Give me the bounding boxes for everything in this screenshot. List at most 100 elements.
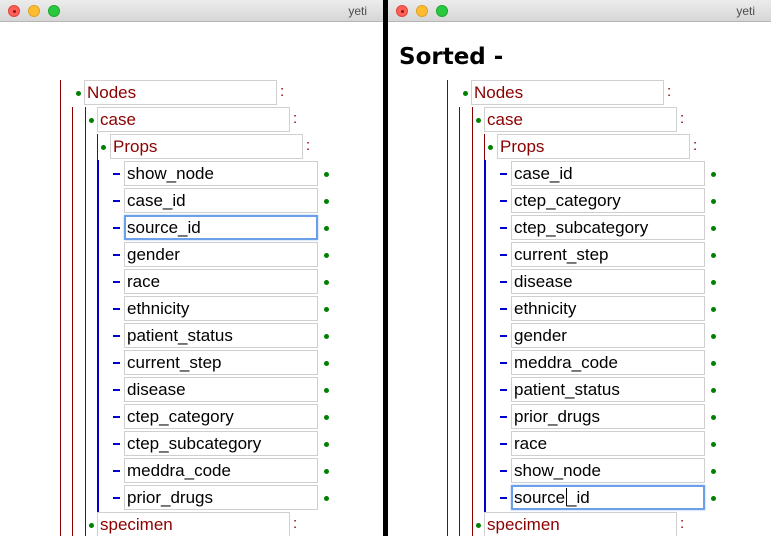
prop-bullet-icon[interactable] (324, 361, 329, 366)
prop-bullet-icon[interactable] (711, 496, 716, 501)
prop-field[interactable]: ctep_subcategory (124, 431, 318, 456)
prop-field[interactable]: patient_status (124, 323, 318, 348)
prop-field[interactable]: prior_drugs (511, 404, 705, 429)
prop-dash-icon[interactable] (500, 470, 507, 472)
prop-dash-icon[interactable] (500, 200, 507, 202)
prop-dash-icon[interactable] (113, 497, 120, 499)
prop-field[interactable]: source_id (511, 485, 705, 510)
prop-dash-icon[interactable] (113, 335, 120, 337)
prop-dash-icon[interactable] (500, 173, 507, 175)
prop-bullet-icon[interactable] (711, 388, 716, 393)
prop-bullet-icon[interactable] (324, 388, 329, 393)
prop-field[interactable]: prior_drugs (124, 485, 318, 510)
prop-bullet-icon[interactable] (711, 442, 716, 447)
minimize-icon[interactable] (28, 5, 40, 17)
prop-dash-icon[interactable] (500, 389, 507, 391)
prop-field[interactable]: gender (124, 242, 318, 267)
minimize-icon[interactable] (416, 5, 428, 17)
prop-dash-icon[interactable] (113, 443, 120, 445)
specimen-bullet-icon[interactable] (476, 523, 481, 528)
prop-field[interactable]: case_id (124, 188, 318, 213)
zoom-icon[interactable] (436, 5, 448, 17)
prop-dash-icon[interactable] (113, 281, 120, 283)
prop-bullet-icon[interactable] (711, 361, 716, 366)
prop-dash-icon[interactable] (500, 497, 507, 499)
prop-bullet-icon[interactable] (324, 172, 329, 177)
prop-dash-icon[interactable] (500, 362, 507, 364)
prop-field[interactable]: meddra_code (124, 458, 318, 483)
specimen-key[interactable]: specimen (97, 512, 290, 536)
nodes-bullet-icon[interactable] (463, 91, 468, 96)
prop-dash-icon[interactable] (500, 281, 507, 283)
prop-bullet-icon[interactable] (711, 199, 716, 204)
prop-bullet-icon[interactable] (711, 469, 716, 474)
prop-dash-icon[interactable] (500, 443, 507, 445)
prop-field[interactable]: ctep_category (124, 404, 318, 429)
prop-bullet-icon[interactable] (324, 496, 329, 501)
prop-field[interactable]: source_id (124, 215, 318, 240)
case-bullet-icon[interactable] (89, 118, 94, 123)
prop-bullet-icon[interactable] (711, 334, 716, 339)
nodes-bullet-icon[interactable] (76, 91, 81, 96)
close-icon[interactable] (8, 5, 20, 17)
prop-dash-icon[interactable] (500, 416, 507, 418)
prop-dash-icon[interactable] (500, 227, 507, 229)
prop-bullet-icon[interactable] (711, 172, 716, 177)
case-bullet-icon[interactable] (476, 118, 481, 123)
prop-dash-icon[interactable] (500, 335, 507, 337)
prop-bullet-icon[interactable] (324, 199, 329, 204)
prop-field[interactable]: patient_status (511, 377, 705, 402)
prop-dash-icon[interactable] (113, 362, 120, 364)
prop-dash-icon[interactable] (500, 254, 507, 256)
props-bullet-icon[interactable] (488, 145, 493, 150)
prop-dash-icon[interactable] (500, 308, 507, 310)
prop-bullet-icon[interactable] (324, 469, 329, 474)
prop-field[interactable]: race (511, 431, 705, 456)
specimen-bullet-icon[interactable] (89, 523, 94, 528)
prop-field[interactable]: meddra_code (511, 350, 705, 375)
case-key[interactable]: case (97, 107, 290, 132)
prop-field[interactable]: ethnicity (124, 296, 318, 321)
prop-bullet-icon[interactable] (711, 307, 716, 312)
prop-field[interactable]: race (124, 269, 318, 294)
prop-bullet-icon[interactable] (324, 253, 329, 258)
nodes-key[interactable]: Nodes (471, 80, 664, 105)
prop-bullet-icon[interactable] (324, 334, 329, 339)
prop-field[interactable]: ethnicity (511, 296, 705, 321)
prop-dash-icon[interactable] (113, 470, 120, 472)
prop-field[interactable]: gender (511, 323, 705, 348)
prop-field[interactable]: show_node (124, 161, 318, 186)
prop-bullet-icon[interactable] (324, 415, 329, 420)
prop-dash-icon[interactable] (113, 416, 120, 418)
specimen-key[interactable]: specimen (484, 512, 677, 536)
prop-field[interactable]: ctep_category (511, 188, 705, 213)
prop-bullet-icon[interactable] (324, 307, 329, 312)
prop-field[interactable]: ctep_subcategory (511, 215, 705, 240)
close-icon[interactable] (396, 5, 408, 17)
prop-dash-icon[interactable] (113, 227, 120, 229)
nodes-key[interactable]: Nodes (84, 80, 277, 105)
prop-bullet-icon[interactable] (324, 442, 329, 447)
props-bullet-icon[interactable] (101, 145, 106, 150)
prop-dash-icon[interactable] (113, 308, 120, 310)
prop-bullet-icon[interactable] (711, 415, 716, 420)
prop-field[interactable]: disease (124, 377, 318, 402)
props-key[interactable]: Props (110, 134, 303, 159)
prop-dash-icon[interactable] (113, 200, 120, 202)
prop-bullet-icon[interactable] (711, 280, 716, 285)
prop-bullet-icon[interactable] (711, 226, 716, 231)
prop-field[interactable]: show_node (511, 458, 705, 483)
prop-field[interactable]: current_step (124, 350, 318, 375)
prop-field[interactable]: current_step (511, 242, 705, 267)
prop-bullet-icon[interactable] (711, 253, 716, 258)
prop-bullet-icon[interactable] (324, 226, 329, 231)
prop-field[interactable]: disease (511, 269, 705, 294)
case-key[interactable]: case (484, 107, 677, 132)
zoom-icon[interactable] (48, 5, 60, 17)
prop-dash-icon[interactable] (113, 389, 120, 391)
prop-bullet-icon[interactable] (324, 280, 329, 285)
prop-field[interactable]: case_id (511, 161, 705, 186)
prop-dash-icon[interactable] (113, 254, 120, 256)
props-key[interactable]: Props (497, 134, 690, 159)
prop-dash-icon[interactable] (113, 173, 120, 175)
